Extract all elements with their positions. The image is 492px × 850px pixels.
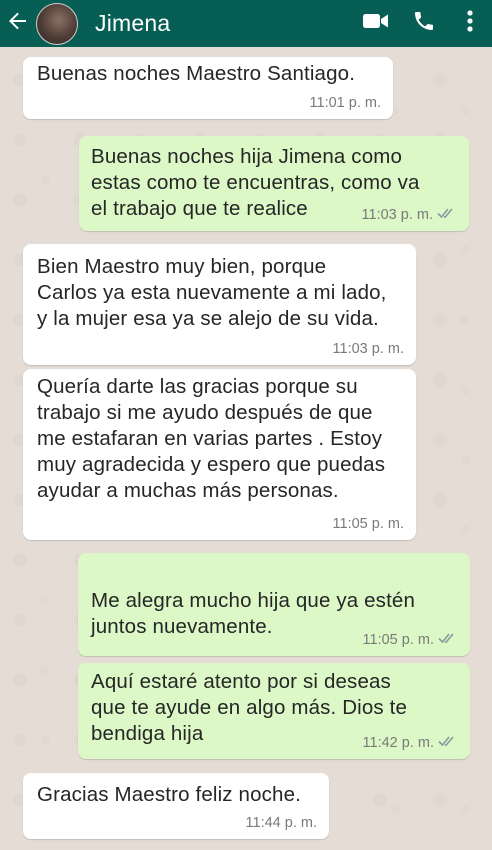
message-bubble-incoming[interactable]: Buenas noches Maestro Santiago. 11:01 p.…: [23, 57, 393, 119]
message-text: Buenas noches Maestro Santiago.: [37, 62, 356, 85]
message-meta: 11:01 p. m.: [310, 95, 381, 111]
message-meta: 11:05 p. m.: [363, 632, 458, 648]
message-bubble-incoming[interactable]: Bien Maestro muy bien, porque Carlos ya …: [23, 244, 416, 365]
message-text: Quería darte las gracias porque su traba…: [37, 375, 386, 502]
more-options-button[interactable]: [448, 0, 492, 47]
message-bubble-outgoing[interactable]: Buenas noches hija Jimena como estas com…: [79, 136, 469, 231]
message-time: 11:05 p. m.: [362, 632, 434, 648]
avatar[interactable]: [36, 2, 78, 45]
voice-call-button[interactable]: [400, 0, 448, 47]
message-bubble-incoming[interactable]: Quería darte las gracias porque su traba…: [23, 369, 416, 540]
message-time: 11:01 p. m.: [309, 95, 381, 111]
phone-icon: [412, 9, 436, 38]
video-call-button[interactable]: [352, 0, 400, 47]
back-button[interactable]: [0, 0, 34, 47]
chat-header: Jimena: [0, 0, 492, 47]
message-meta: 11:03 p. m.: [362, 207, 457, 223]
back-arrow-icon: [5, 9, 29, 38]
more-options-icon: [467, 10, 473, 37]
message-text: Aquí estaré atento por si deseas que te …: [91, 670, 408, 745]
double-check-icon: [438, 735, 458, 751]
message-meta: 11:05 p. m.: [333, 516, 404, 532]
message-time: 11:03 p. m.: [332, 341, 404, 357]
message-meta: 11:03 p. m.: [333, 341, 404, 357]
message-bubble-outgoing[interactable]: Me alegra mucho hija que ya estén juntos…: [78, 553, 470, 689]
message-bubble-outgoing[interactable]: Aquí estaré atento por si deseas que te …: [78, 663, 470, 759]
message-meta: 11:42 p. m.: [363, 735, 458, 751]
message-bubble-incoming[interactable]: Gracias Maestro feliz noche. 11:44 p. m.: [23, 773, 329, 839]
message-text: Gracias Maestro feliz noche.: [37, 783, 301, 806]
message-text: Bien Maestro muy bien, porque Carlos ya …: [37, 255, 387, 330]
message-time: 11:03 p. m.: [361, 207, 433, 223]
message-text-content: Me alegra mucho hija que ya estén juntos…: [91, 589, 416, 638]
message-meta: 11:44 p. m.: [246, 815, 317, 831]
message-time: 11:44 p. m.: [245, 815, 317, 831]
message-time: 11:42 p. m.: [362, 735, 434, 751]
message-time: 11:05 p. m.: [332, 516, 404, 532]
double-check-icon: [437, 207, 457, 223]
contact-name[interactable]: Jimena: [95, 10, 352, 37]
double-check-icon: [438, 632, 458, 648]
video-call-icon: [362, 11, 390, 36]
